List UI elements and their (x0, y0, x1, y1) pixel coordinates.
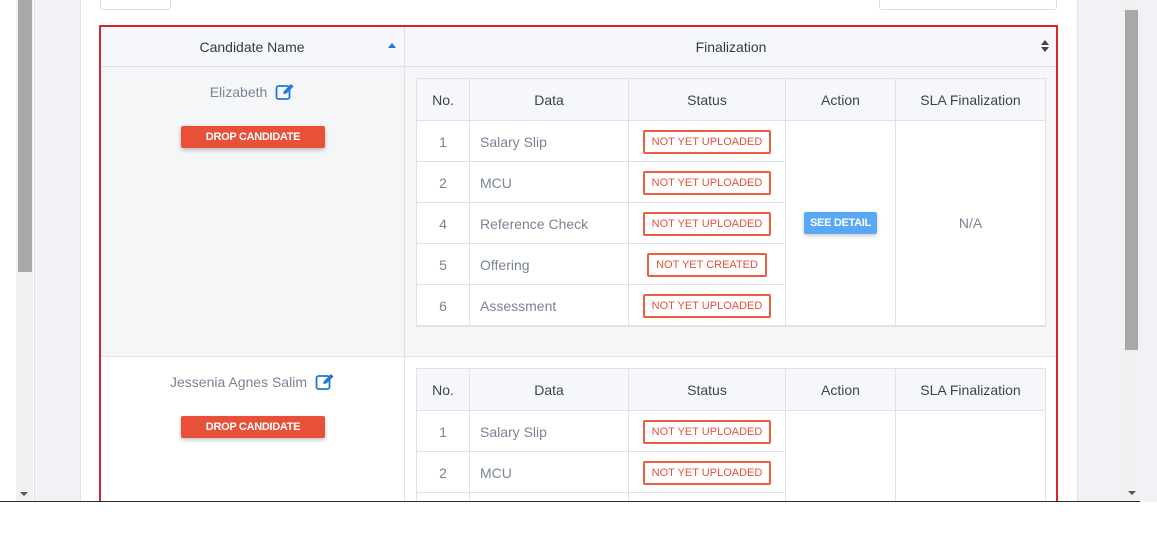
document-name: MCU (470, 162, 629, 203)
scrollbar-thumb[interactable] (1125, 10, 1138, 350)
edit-icon[interactable] (275, 83, 295, 101)
header-sla-finalization: SLA Finalization (920, 92, 1021, 108)
finalization-table: No. Data Status Action SLA Finalization … (416, 78, 1046, 327)
finalization-cell: No. Data Status Action SLA Finalization … (405, 67, 1057, 356)
page-scrollbar[interactable] (1123, 0, 1140, 502)
header-no: No. (417, 369, 470, 411)
candidates-table: Candidate Name Finalization Elizabeth DR… (100, 26, 1057, 502)
header-no: No. (417, 79, 470, 121)
status-badge: NOT YET UPLOADED (642, 419, 772, 444)
column-header-label: Candidate Name (199, 38, 305, 55)
finalization-table-header: No. Data Status Action SLA Finalization (417, 369, 1045, 411)
row-number: 1 (417, 411, 470, 452)
scroll-down-arrow-icon[interactable] (1128, 491, 1136, 495)
sla-cell (896, 411, 1045, 502)
action-cell: SEE DETAIL (786, 411, 896, 502)
page-size-select[interactable] (100, 0, 171, 10)
column-header-label: Finalization (695, 38, 767, 55)
document-name: Salary Slip (470, 411, 629, 452)
header-data: Data (470, 369, 629, 411)
header-data: Data (470, 79, 629, 121)
document-name: Assessment (470, 285, 629, 326)
row-number: 1 (417, 121, 470, 162)
header-sla-finalization: SLA Finalization (920, 382, 1021, 398)
edit-icon[interactable] (315, 373, 335, 391)
row-number: 5 (417, 244, 470, 285)
header-action: Action (786, 79, 896, 121)
blank-area (0, 502, 1157, 537)
header-action: Action (786, 369, 896, 411)
document-name: Offering (470, 244, 629, 285)
document-name: Reference Check (470, 203, 629, 244)
column-header-finalization[interactable]: Finalization (405, 26, 1057, 67)
finalization-cell: No. Data Status Action SLA Finalization … (405, 357, 1057, 502)
sort-icon[interactable] (1041, 40, 1049, 53)
scrollbar-thumb[interactable] (18, 0, 32, 272)
status-badge: NOT YET UPLOADED (642, 293, 772, 318)
scroll-down-arrow-icon[interactable] (20, 492, 28, 496)
candidate-name-cell: Jessenia Agnes Salim DROP CANDIDATE (100, 357, 405, 502)
status-badge: NOT YET CREATED (647, 252, 767, 277)
header-status: Status (629, 369, 786, 411)
candidate-name-cell: Elizabeth DROP CANDIDATE (100, 67, 405, 356)
row-number: 2 (417, 452, 470, 493)
table-header: Candidate Name Finalization (100, 26, 1057, 67)
status-badge: NOT YET UPLOADED (642, 170, 772, 195)
left-panel-scrollbar[interactable] (0, 0, 35, 502)
page-viewport: Candidate Name Finalization Elizabeth DR… (0, 0, 1157, 502)
see-detail-button[interactable]: SEE DETAIL (804, 212, 877, 234)
action-cell: SEE DETAIL (786, 121, 896, 325)
status-badge: NOT YET UPLOADED (642, 129, 772, 154)
finalization-table-header: No. Data Status Action SLA Finalization (417, 79, 1045, 121)
drop-candidate-button[interactable]: DROP CANDIDATE (181, 126, 325, 148)
row-number: 4 (417, 203, 470, 244)
sla-value: N/A (958, 215, 983, 231)
search-input[interactable] (879, 0, 1057, 10)
header-status: Status (629, 79, 786, 121)
table-row: Jessenia Agnes Salim DROP CANDIDATE No. … (100, 357, 1057, 502)
column-header-candidate-name[interactable]: Candidate Name (100, 26, 405, 67)
table-row: Elizabeth DROP CANDIDATE No. Data Status… (100, 67, 1057, 357)
sla-cell: N/A (896, 121, 1045, 325)
status-badge: NOT YET UPLOADED (642, 211, 772, 236)
row-number: 2 (417, 162, 470, 203)
status-badge: NOT YET UPLOADED (642, 460, 772, 485)
candidate-name: Elizabeth (209, 84, 268, 100)
finalization-table: No. Data Status Action SLA Finalization … (416, 368, 1046, 502)
document-name: MCU (470, 452, 629, 493)
drop-candidate-button[interactable]: DROP CANDIDATE (181, 416, 325, 438)
document-name: Salary Slip (470, 121, 629, 162)
candidate-name: Jessenia Agnes Salim (170, 374, 307, 390)
sort-ascending-icon[interactable] (388, 43, 396, 48)
row-number: 6 (417, 285, 470, 326)
